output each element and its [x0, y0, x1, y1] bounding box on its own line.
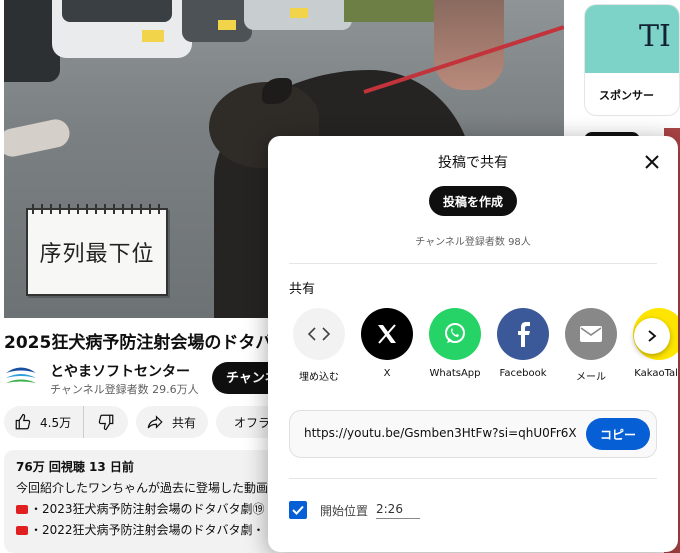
youtube-icon — [16, 505, 28, 514]
start-at-checkbox[interactable] — [289, 501, 307, 519]
description-link[interactable]: ・2023狂犬病予防注射会場のドタバタ劇⑲ — [16, 500, 272, 517]
share-target-embed[interactable]: 埋め込む — [289, 308, 349, 383]
sponsor-banner: TI — [585, 5, 679, 73]
dialog-title: 投稿で共有 — [438, 155, 508, 171]
person-scenery — [434, 0, 504, 90]
share-target-label: Facebook — [499, 368, 547, 379]
sponsor-card[interactable]: TI スポンサー — [584, 4, 680, 116]
channel-avatar[interactable] — [4, 364, 38, 390]
thumbnail-caption: 序列最下位 — [39, 242, 155, 267]
post-subscriber-count: チャンネル登録者数 98人 — [415, 237, 531, 248]
share-url-box: https://youtu.be/Gsmben3HtFw?si=qhU0Fr6X… — [289, 410, 657, 458]
car-scenery — [182, 0, 252, 42]
dislike-button[interactable] — [84, 406, 128, 438]
like-dislike-group: 4.5万 — [4, 406, 128, 438]
share-label: 共有 — [172, 415, 197, 430]
share-target-facebook[interactable]: Facebook — [493, 308, 553, 379]
person-arm-scenery — [4, 116, 73, 160]
description-line: 今回紹介したワンちゃんが過去に登場した動画 — [16, 481, 269, 495]
close-icon — [645, 155, 659, 169]
next-targets-button[interactable] — [634, 318, 670, 354]
facebook-icon — [497, 308, 549, 360]
share-target-email[interactable]: メール — [561, 308, 621, 383]
divider — [289, 478, 657, 479]
share-url-field[interactable]: https://youtu.be/Gsmben3HtFw?si=qhU0Fr6X… — [304, 426, 576, 440]
chevron-right-icon — [648, 330, 657, 342]
thumbnail-caption-notepad: 序列最下位 — [26, 204, 168, 296]
share-target-label: KakaoTalk — [634, 368, 678, 379]
close-button[interactable] — [638, 148, 666, 176]
share-heading: 共有 — [289, 282, 316, 297]
share-targets: 埋め込む X WhatsApp Facebook メール KakaoTal — [289, 308, 678, 388]
start-at-time-input[interactable] — [376, 500, 420, 519]
share-target-label: メール — [576, 372, 606, 383]
car-scenery — [244, 0, 352, 30]
channel-name[interactable]: とやまソフトセンター — [50, 361, 190, 381]
share-target-label: WhatsApp — [429, 368, 481, 379]
sponsor-label: スポンサー — [599, 89, 654, 102]
copy-button[interactable]: コピー — [586, 418, 650, 450]
start-at-label: 開始位置 — [320, 504, 369, 518]
create-post-button[interactable]: 投稿を作成 — [429, 186, 517, 216]
divider — [289, 263, 657, 264]
thumbs-down-icon — [98, 414, 114, 431]
like-button[interactable]: 4.5万 — [4, 406, 84, 438]
view-count-date: 76万 回視聴 13 日前 — [16, 460, 134, 474]
description-link[interactable]: ・2022狂犬病予防注射会場のドタバタ劇・ — [16, 521, 272, 538]
like-count: 4.5万 — [40, 415, 72, 430]
share-target-label: 埋め込む — [299, 372, 339, 383]
checkmark-icon — [292, 505, 304, 515]
whatsapp-icon — [429, 308, 481, 360]
car-scenery — [52, 0, 192, 58]
x-logo-icon — [361, 308, 413, 360]
share-target-x[interactable]: X — [357, 308, 417, 379]
share-button[interactable]: 共有 — [136, 406, 208, 438]
share-dialog: 投稿で共有 投稿を作成 チャンネル登録者数 98人 共有 埋め込む X What… — [268, 136, 678, 552]
share-target-label: X — [383, 368, 391, 379]
share-target-whatsapp[interactable]: WhatsApp — [425, 308, 485, 379]
video-title: 2025狂犬病予防注射会場のドタバタ劇 — [4, 333, 274, 353]
share-arrow-icon — [147, 415, 163, 429]
embed-icon — [293, 308, 345, 360]
mail-icon — [565, 308, 617, 360]
youtube-icon — [16, 526, 28, 535]
video-description[interactable]: 76万 回視聴 13 日前 今回紹介したワンちゃんが過去に登場した動画 ・202… — [4, 450, 284, 553]
channel-subscriber-count: チャンネル登録者数 29.6万人 — [50, 383, 199, 396]
thumbs-up-icon — [15, 413, 31, 430]
